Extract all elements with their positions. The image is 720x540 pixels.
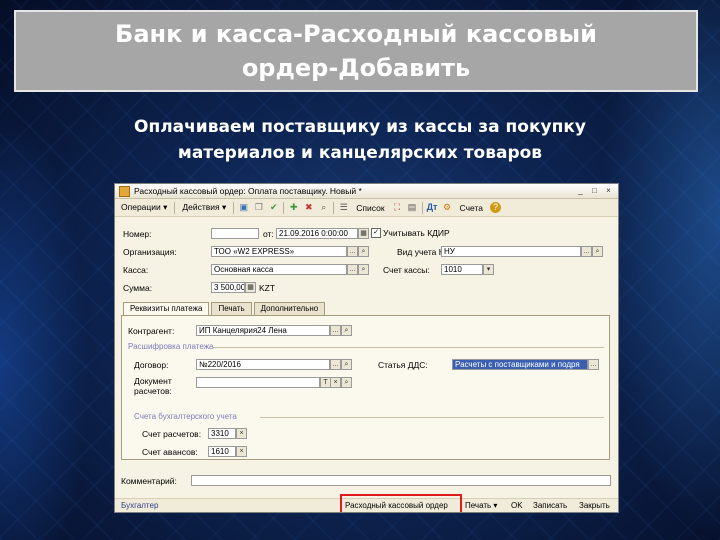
close-form-button[interactable]: Закрыть — [579, 499, 610, 512]
counterparty-label: Контрагент: — [128, 326, 175, 336]
document-clear-button[interactable]: × — [330, 377, 341, 388]
copy-icon[interactable]: ❐ — [253, 202, 264, 213]
tab-payment-details[interactable]: Реквизиты платежа — [123, 302, 210, 315]
counterparty-open-button[interactable]: ⌕ — [341, 325, 352, 336]
find-icon[interactable]: ⌕ — [318, 202, 329, 213]
cash-order-window: Расходный кассовый ордер: Оплата поставщ… — [114, 183, 619, 513]
help-icon[interactable]: ? — [490, 202, 501, 213]
cash-open-button[interactable]: ⌕ — [358, 264, 369, 275]
advance-clear-button[interactable]: × — [236, 446, 247, 457]
date-field[interactable]: 21.09.2016 0:00:00 — [276, 228, 358, 239]
save-icon[interactable]: ▣ — [238, 202, 249, 213]
journal-icon[interactable]: ▤ — [407, 202, 418, 213]
contract-select-button[interactable]: … — [330, 359, 341, 370]
tab-print[interactable]: Печать — [211, 302, 252, 315]
add-icon[interactable]: ✚ — [288, 202, 299, 213]
dds-select-button[interactable]: … — [588, 359, 599, 370]
kind-field[interactable]: НУ — [441, 246, 581, 257]
section-divider — [260, 417, 604, 418]
window-title: Расходный кассовый ордер: Оплата поставщ… — [134, 186, 362, 196]
cash-account-label: Счет кассы: — [383, 265, 430, 275]
tab-bar: Реквизиты платежа Печать Дополнительно — [123, 302, 326, 315]
accounts-button[interactable]: Счета — [457, 203, 486, 213]
payment-breakdown-heading: Расшифровка платежа — [128, 342, 214, 351]
settlement-account-label: Счет расчетов: — [142, 429, 202, 439]
settlement-clear-button[interactable]: × — [236, 428, 247, 439]
document-open-button[interactable]: ⌕ — [341, 377, 352, 388]
org-select-button[interactable]: … — [347, 246, 358, 257]
section-divider — [212, 347, 604, 348]
cash-account-field[interactable]: 1010 — [441, 264, 483, 275]
org-open-button[interactable]: ⌕ — [358, 246, 369, 257]
org-label: Организация: — [123, 247, 177, 257]
advance-account-field[interactable]: 1610 — [208, 446, 236, 457]
document-label-2: расчетов: — [134, 386, 172, 396]
tab-additional[interactable]: Дополнительно — [253, 302, 326, 315]
kudir-label: Учитывать КДИР — [383, 228, 450, 238]
window-toolbar: Операции ▾ Действия ▾ ▣ ❐ ✔ ✚ ✖ ⌕ ☰ Спис… — [115, 199, 618, 217]
toolbar-separator — [233, 201, 235, 214]
close-button[interactable]: × — [603, 186, 614, 196]
kind-open-button[interactable]: ⌕ — [592, 246, 603, 257]
document-icon — [119, 185, 130, 197]
counterparty-select-button[interactable]: … — [330, 325, 341, 336]
settlement-account-field[interactable]: 3310 — [208, 428, 236, 439]
slide-title-box: Банк и касса-Расходный кассовый ордер-До… — [14, 10, 698, 92]
currency-label: KZT — [259, 283, 276, 293]
payment-details-panel: Контрагент: ИП Канцелярия24 Лена … ⌕ Рас… — [121, 315, 610, 460]
ok-button[interactable]: OK — [511, 499, 523, 512]
dds-label: Статья ДДС: — [378, 360, 428, 370]
slide-subtitle: Оплачиваем поставщику из кассы за покупк… — [134, 117, 586, 163]
cash-account-dropdown[interactable]: ▾ — [483, 264, 494, 275]
dds-field[interactable]: Расчеты с поставщиками и подря — [452, 359, 588, 370]
accounts-icon[interactable]: ⚙ — [442, 202, 453, 213]
toolbar-separator — [283, 201, 285, 214]
number-field[interactable] — [211, 228, 259, 239]
cash-select-button[interactable]: … — [347, 264, 358, 275]
contract-open-button[interactable]: ⌕ — [341, 359, 352, 370]
cash-field[interactable]: Основная касса — [211, 264, 347, 275]
calendar-button[interactable]: ▦ — [358, 228, 369, 239]
accounting-accounts-heading: Счета бухгалтерского учета — [134, 412, 237, 421]
amount-field[interactable]: 3 500,00 — [211, 282, 245, 293]
window-titlebar: Расходный кассовый ордер: Оплата поставщ… — [115, 184, 618, 199]
kind-select-button[interactable]: … — [581, 246, 592, 257]
counterparty-field[interactable]: ИП Канцелярия24 Лена — [196, 325, 330, 336]
operations-menu[interactable]: Операции ▾ — [118, 202, 170, 213]
amount-label: Сумма: — [123, 283, 153, 293]
maximize-button[interactable]: □ — [589, 186, 600, 196]
list-icon[interactable]: ☰ — [338, 202, 349, 213]
save-button[interactable]: Записать — [533, 499, 567, 512]
toolbar-separator — [421, 201, 423, 214]
dt-kt-icon[interactable]: Дт — [427, 202, 438, 213]
structure-icon[interactable]: ⛶ — [392, 202, 403, 213]
toolbar-separator — [174, 201, 176, 214]
current-user: Бухгалтер — [121, 501, 159, 510]
date-from-label: от: — [263, 229, 274, 239]
post-icon[interactable]: ✔ — [268, 202, 279, 213]
contract-field[interactable]: №220/2016 — [196, 359, 330, 370]
background-glow-left — [0, 110, 90, 540]
kudir-checkbox[interactable]: ✓ Учитывать КДИР — [371, 228, 450, 238]
number-label: Номер: — [123, 229, 152, 239]
toolbar-separator — [333, 201, 335, 214]
minimize-button[interactable]: _ — [575, 186, 586, 196]
comment-label: Комментарий: — [121, 476, 177, 486]
print-menu-button[interactable]: Печать ▾ — [465, 499, 497, 512]
document-field[interactable] — [196, 377, 320, 388]
calculator-button[interactable]: ▦ — [245, 282, 256, 293]
delete-icon[interactable]: ✖ — [303, 202, 314, 213]
advance-account-label: Счет авансов: — [142, 447, 198, 457]
highlight-frame — [340, 494, 462, 512]
cash-label: Касса: — [123, 265, 149, 275]
comment-field[interactable] — [191, 475, 611, 486]
document-label: Документ — [134, 376, 172, 386]
checkbox-icon: ✓ — [371, 228, 381, 238]
contract-label: Договор: — [134, 360, 169, 370]
slide-title: Банк и касса-Расходный кассовый ордер-До… — [115, 20, 597, 82]
org-field[interactable]: ТОО «W2 EXPRESS» — [211, 246, 347, 257]
actions-menu[interactable]: Действия ▾ — [179, 202, 229, 213]
list-button[interactable]: Список — [353, 203, 387, 213]
